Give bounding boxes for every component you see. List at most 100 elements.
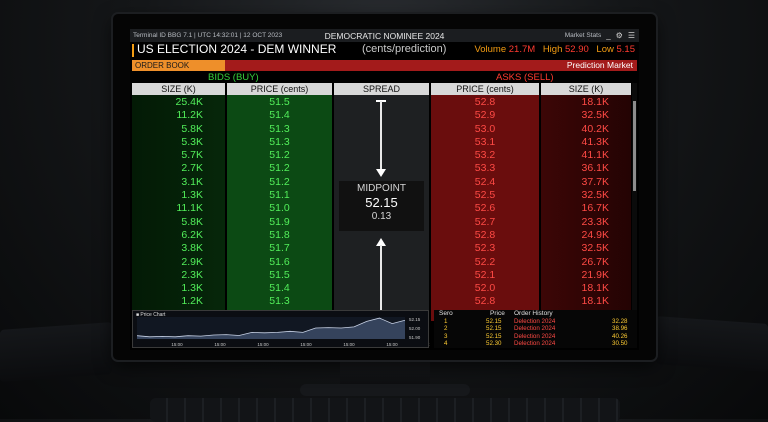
bid-price-cell[interactable]: 51.2 [227,149,332,162]
x-tick-label: 15:00 [214,342,226,347]
low-label: Low [596,44,614,55]
bid-price-list: 51.5 51.4 51.3 51.3 51.2 51.2 51.2 51.1 51.0 51.9… [227,95,332,321]
ask-price-cell[interactable]: 52.0 [431,282,539,295]
monitor: Terminal ID BBG 7.1 | UTC 14:32:01 | 12 … [113,14,656,360]
bid-size-cell[interactable]: 2.7K [132,162,225,175]
order-book-tab[interactable]: ORDER BOOK [132,60,225,71]
bid-price-cell[interactable]: 51.6 [227,256,332,269]
bid-price-cell[interactable]: 51.2 [227,162,332,175]
title-accent-bar [132,44,134,57]
bid-size-cell[interactable]: 5.7K [132,149,225,162]
volume-label: Volume [474,44,507,55]
history-name: Delection 2024 [514,339,556,347]
bid-size-cell[interactable]: 5.8K [132,216,225,229]
ask-size-cell[interactable]: 18.1K [541,96,631,109]
ask-size-cell[interactable]: 32.5K [541,189,631,202]
ask-price-cell[interactable]: 53.0 [431,123,539,136]
ask-size-cell[interactable]: 37.7K [541,176,631,189]
ask-price-cell[interactable]: 52.2 [431,256,539,269]
asks-title: ASKS (SELL) [496,72,554,83]
history-price: 52.15 [486,332,502,340]
bid-size-cell[interactable]: 5.8K [132,123,225,136]
window-title: DEMOCRATIC NOMINEE 2024 [324,31,445,41]
bid-size-cell[interactable]: 11.1K [132,202,225,215]
history-num: 3 [444,332,448,340]
history-amount: 40.26 [612,332,628,340]
ask-price-cell[interactable]: 52.5 [431,189,539,202]
market-type-label: Prediction Market [566,60,633,70]
order-book-scrollbar[interactable] [632,83,637,320]
ask-size-cell[interactable]: 24.9K [541,229,631,242]
ask-size-cell[interactable]: 21.9K [541,269,631,282]
bid-size-cell[interactable]: 3.1K [132,176,225,189]
bid-price-cell[interactable]: 51.2 [227,176,332,189]
bid-price-cell[interactable]: 51.9 [227,216,332,229]
minimize-icon[interactable]: _ [606,31,610,40]
x-tick-label: 15:00 [257,342,269,347]
bid-price-cell[interactable]: 51.3 [227,136,332,149]
bid-size-cell[interactable]: 1.3K [132,282,225,295]
ask-price-cell[interactable]: 52.3 [431,242,539,255]
bid-price-cell[interactable]: 51.3 [227,123,332,136]
ask-price-cell[interactable]: 52.6 [431,202,539,215]
ask-size-cell[interactable]: 18.1K [541,282,631,295]
ask-price-cell[interactable]: 53.2 [431,149,539,162]
ask-price-cell[interactable]: 52.9 [431,109,539,122]
bid-size-cell[interactable]: 2.3K [132,269,225,282]
grid-menu-icon[interactable]: ☰ [628,31,635,40]
ask-price-cell[interactable]: 52.7 [431,216,539,229]
ask-price-cell[interactable]: 52.4 [431,176,539,189]
bid-size-cell[interactable]: 2.9K [132,256,225,269]
scrollbar-thumb[interactable] [633,101,636,191]
ask-price-cell[interactable]: 52.8 [431,229,539,242]
ask-size-cell[interactable]: 18.1K [541,295,631,308]
bid-size-cell[interactable]: 11.2K [132,109,225,122]
market-title: US ELECTION 2024 - DEM WINNER [137,42,337,56]
ask-price-cell[interactable]: 52.8 [431,96,539,109]
ask-size-cell[interactable]: 26.7K [541,256,631,269]
ask-size-cell[interactable]: 23.3K [541,216,631,229]
bid-price-header[interactable]: PRICE (cents) [227,83,332,95]
ask-size-cell[interactable]: 40.2K [541,123,631,136]
bid-price-cell[interactable]: 51.5 [227,269,332,282]
ask-price-cell[interactable]: 53.3 [431,162,539,175]
order-history-panel: Sero Price Order History 1 52.15 Delection… [434,310,637,348]
bid-price-cell[interactable]: 51.8 [227,229,332,242]
ask-size-header[interactable]: SIZE (K) [541,83,631,95]
bid-price-cell[interactable]: 51.5 [227,96,332,109]
bid-size-cell[interactable]: 5.3K [132,136,225,149]
history-row[interactable]: 4 52.30 Delection 2024 30.50 [434,340,637,347]
spread-value: 0.13 [371,211,392,222]
gear-icon[interactable]: ⚙ [616,31,623,40]
bid-price-cell[interactable]: 51.4 [227,282,332,295]
arrow-down-icon [376,169,386,177]
bid-size-cell[interactable]: 3.8K [132,242,225,255]
bid-price-cell[interactable]: 51.7 [227,242,332,255]
history-row[interactable]: 2 52.15 Delection 2024 38.96 [434,325,637,332]
history-row[interactable]: 3 52.15 Delection 2024 40.26 [434,333,637,340]
ask-price-header[interactable]: PRICE (cents) [431,83,539,95]
ask-size-cell[interactable]: 36.1K [541,162,631,175]
bid-size-cell[interactable]: 1.2K [132,295,225,308]
bid-price-cell[interactable]: 51.0 [227,202,332,215]
ask-price-cell[interactable]: 52.1 [431,269,539,282]
bid-size-header[interactable]: SIZE (K) [132,83,225,95]
bid-size-cell[interactable]: 6.2K [132,229,225,242]
bid-size-cell[interactable]: 1.3K [132,189,225,202]
market-stats-button[interactable]: Market Stats [565,32,601,39]
ask-size-cell[interactable]: 32.5K [541,242,631,255]
bid-price-cell[interactable]: 51.4 [227,109,332,122]
ask-size-cell[interactable]: 32.5K [541,109,631,122]
spread-header: SPREAD [334,83,429,95]
history-row[interactable]: 1 52.15 Delection 2024 32.28 [434,318,637,325]
ask-size-cell[interactable]: 16.7K [541,202,631,215]
ask-size-cell[interactable]: 41.1K [541,149,631,162]
low-value: 5.15 [616,44,636,55]
bid-price-cell[interactable]: 51.3 [227,295,332,308]
ask-size-cell[interactable]: 41.3K [541,136,631,149]
bid-price-cell[interactable]: 51.1 [227,189,332,202]
ask-price-cell[interactable]: 52.8 [431,295,539,308]
bid-size-cell[interactable]: 25.4K [132,96,225,109]
ask-price-cell[interactable]: 53.1 [431,136,539,149]
volume-value: 21.7M [508,44,536,55]
